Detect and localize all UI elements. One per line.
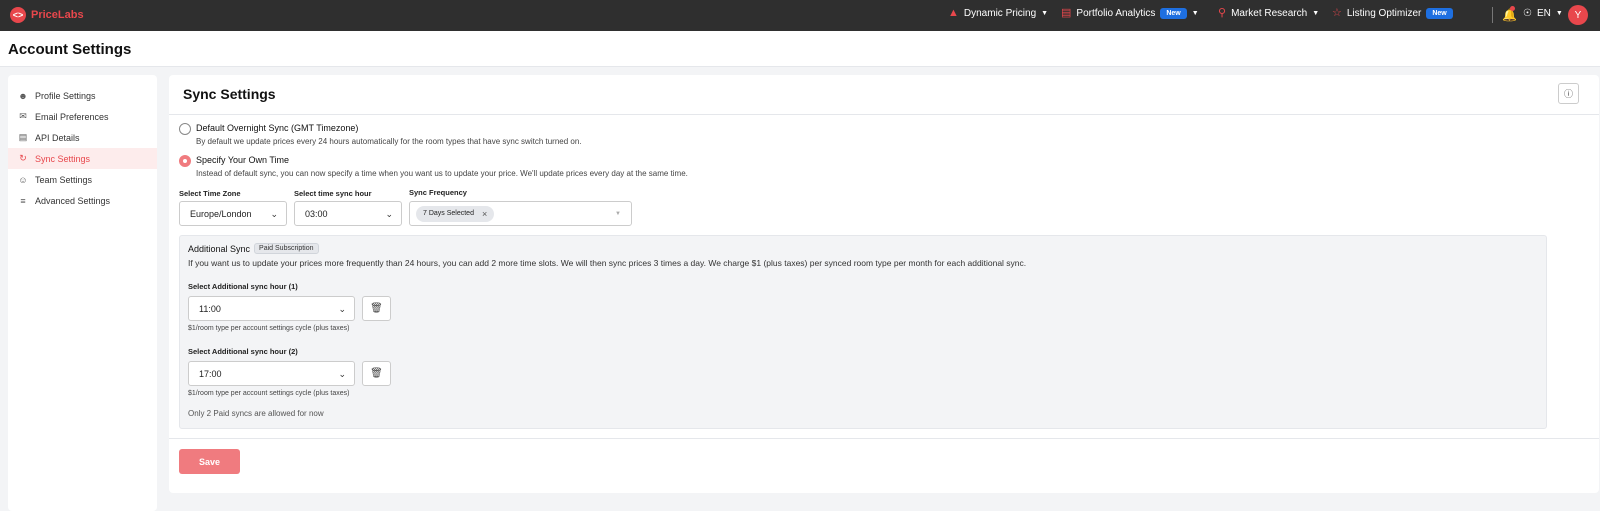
additional-sync-title: Additional Sync Paid Subscription: [188, 243, 319, 254]
additional-sync-description: If you want us to update your prices mor…: [188, 258, 1027, 268]
logo-text: PriceLabs: [31, 9, 84, 21]
additional-slot1-select[interactable]: 11:00 ⌄: [188, 296, 355, 321]
nav-listing-optimizer-label: Listing Optimizer: [1346, 8, 1422, 19]
sync-frequency-select[interactable]: 7 Days Selected × ▼: [409, 201, 632, 226]
user-icon: ☻: [18, 90, 28, 101]
additional-slot1-value: 11:00: [199, 303, 221, 314]
caret-down-icon: ▼: [615, 211, 621, 217]
bell-icon[interactable]: 🔔: [1502, 8, 1517, 22]
nav-market-research-label: Market Research: [1231, 8, 1308, 19]
new-badge: New: [1160, 8, 1187, 19]
page-header: Account Settings: [0, 31, 1600, 67]
help-icon: ⓘ: [1563, 89, 1573, 99]
sidebar-item-label: Sync Settings: [35, 153, 91, 164]
custom-time-title: Specify Your Own Time: [196, 155, 290, 165]
language-label: EN: [1536, 8, 1551, 19]
sidebar-item-label: Team Settings: [35, 174, 93, 185]
sidebar-item-email-preferences[interactable]: ✉ Email Preferences: [8, 106, 157, 127]
trash-icon: 🗑: [370, 368, 383, 379]
pricelabs-logo[interactable]: <> PriceLabs: [10, 7, 84, 23]
globe-icon: ☉: [1523, 8, 1532, 19]
additional-slot2-select[interactable]: 17:00 ⌄: [188, 361, 355, 386]
nav-portfolio-analytics-label: Portfolio Analytics: [1076, 8, 1156, 19]
additional-sync-title-text: Additional Sync: [188, 243, 251, 254]
chevron-down-icon: ⌄: [270, 209, 278, 219]
timezone-label: Select Time Zone: [179, 189, 241, 198]
timezone-value: Europe/London: [190, 208, 252, 219]
nav-divider: [1492, 7, 1493, 23]
sync-settings-card: Sync Settings ⓘ Default Overnight Sync (…: [169, 75, 1599, 493]
sidebar-item-label: Email Preferences: [35, 111, 109, 122]
chevron-down-icon: ▼: [1555, 10, 1563, 17]
nav-portfolio-analytics[interactable]: ▤ Portfolio Analytics New ▼: [1061, 8, 1199, 19]
slot1-cost-hint: $1/room type per account settings cycle …: [188, 325, 350, 332]
sidebar-item-api-details[interactable]: ▤ API Details: [8, 127, 157, 148]
save-button[interactable]: Save: [179, 449, 240, 474]
additional-slot2-label: Select Additional sync hour (2): [188, 347, 298, 356]
envelope-icon: ✉: [19, 111, 27, 121]
delete-slot1-button[interactable]: 🗑: [362, 296, 391, 321]
avatar[interactable]: Y: [1568, 5, 1588, 25]
paid-subscription-badge: Paid Subscription: [254, 243, 319, 254]
additional-slot2-value: 17:00: [199, 368, 222, 379]
team-icon: ☺: [18, 174, 28, 185]
default-sync-radio[interactable]: [179, 123, 191, 135]
sidebar-item-advanced-settings[interactable]: ≡ Advanced Settings: [8, 190, 157, 211]
nav-dynamic-pricing-label: Dynamic Pricing: [963, 8, 1037, 19]
help-button[interactable]: ⓘ: [1558, 83, 1579, 104]
close-icon[interactable]: ×: [482, 209, 487, 219]
logo-icon: <>: [10, 7, 26, 23]
nav-market-research[interactable]: ⚲ Market Research ▼: [1218, 7, 1320, 20]
sync-hour-select[interactable]: 03:00 ⌄: [294, 201, 402, 226]
sidebar-item-label: Profile Settings: [35, 90, 96, 101]
custom-time-radio[interactable]: [179, 155, 191, 167]
sync-frequency-label: Sync Frequency: [409, 188, 467, 197]
custom-time-description: Instead of default sync, you can now spe…: [196, 169, 688, 178]
slot2-cost-hint: $1/room type per account settings cycle …: [188, 390, 350, 397]
paid-sync-limit-note: Only 2 Paid syncs are allowed for now: [188, 409, 324, 418]
trash-icon: 🗑: [370, 303, 383, 314]
star-icon: ☆: [1332, 7, 1342, 19]
default-sync-title: Default Overnight Sync (GMT Timezone): [196, 123, 359, 133]
flame-icon: ▲: [948, 7, 959, 19]
sync-hour-value: 03:00: [305, 208, 328, 219]
chevron-down-icon: ▼: [1191, 10, 1199, 17]
additional-sync-panel: Additional Sync Paid Subscription If you…: [179, 235, 1547, 429]
card-title: Sync Settings: [183, 86, 276, 102]
chevron-down-icon: ⌄: [385, 209, 393, 219]
sidebar-item-team-settings[interactable]: ☺ Team Settings: [8, 169, 157, 190]
settings-sidebar: ☻ Profile Settings ✉ Email Preferences ▤…: [8, 75, 157, 511]
sidebar-item-profile-settings[interactable]: ☻ Profile Settings: [8, 85, 157, 106]
sidebar-item-label: API Details: [35, 132, 80, 143]
nav-listing-optimizer[interactable]: ☆ Listing Optimizer New: [1332, 8, 1453, 19]
top-navbar: <> PriceLabs ▲ Dynamic Pricing ▼ ▤ Portf…: [0, 0, 1600, 31]
chevron-down-icon: ▼: [1041, 10, 1049, 17]
days-selected-chip: 7 Days Selected ×: [416, 205, 495, 222]
chevron-down-icon: ⌄: [338, 304, 346, 314]
language-selector[interactable]: ☉ EN ▼: [1523, 8, 1563, 19]
server-icon: ▤: [18, 132, 28, 142]
timezone-select[interactable]: Europe/London ⌄: [179, 201, 287, 226]
sidebar-item-label: Advanced Settings: [35, 195, 111, 206]
sliders-icon: ≡: [20, 195, 26, 206]
sync-hour-label: Select time sync hour: [294, 189, 372, 198]
chevron-down-icon: ▼: [1312, 10, 1320, 17]
nav-dynamic-pricing[interactable]: ▲ Dynamic Pricing ▼: [948, 7, 1049, 20]
chevron-down-icon: ⌄: [338, 369, 346, 379]
sidebar-item-sync-settings[interactable]: ↻ Sync Settings: [8, 148, 157, 169]
magnifier-icon: ⚲: [1218, 7, 1227, 19]
divider: [169, 114, 1599, 115]
divider: [169, 438, 1599, 439]
additional-slot1-label: Select Additional sync hour (1): [188, 282, 298, 291]
page-title: Account Settings: [8, 41, 132, 58]
delete-slot2-button[interactable]: 🗑: [362, 361, 391, 386]
chart-icon: ▤: [1061, 7, 1072, 19]
sync-icon: ↻: [19, 153, 27, 163]
new-badge: New: [1426, 8, 1453, 19]
default-sync-description: By default we update prices every 24 hou…: [196, 137, 582, 146]
notification-dot: [1510, 6, 1515, 11]
chip-label: 7 Days Selected: [423, 210, 474, 217]
